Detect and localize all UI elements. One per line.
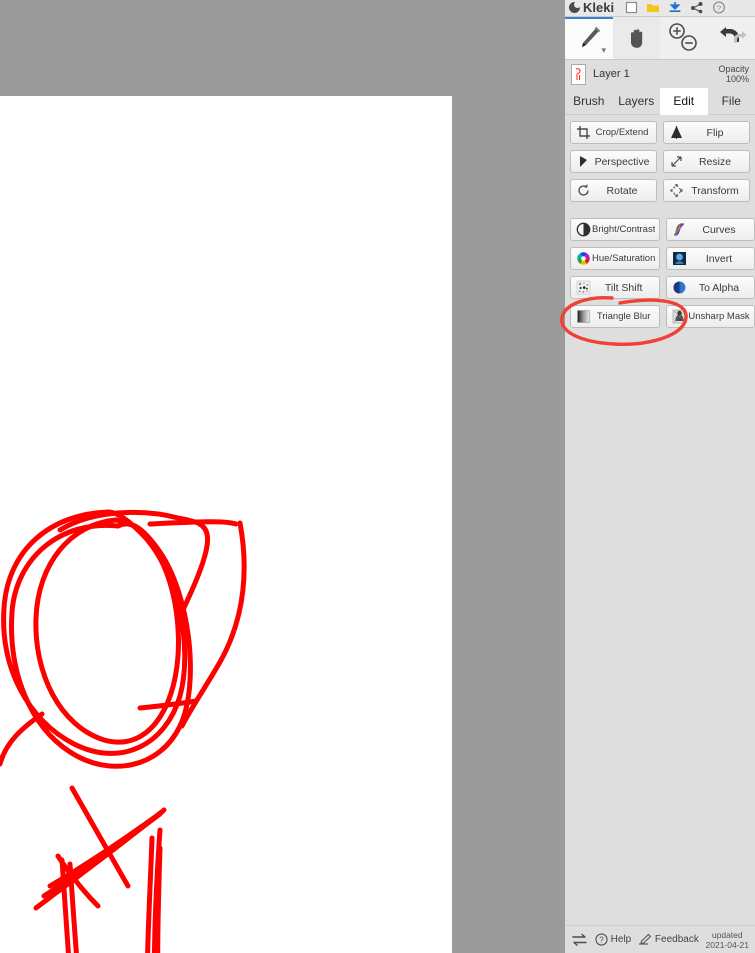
resize-button[interactable]: Resize: [663, 150, 750, 173]
bright-contrast-button[interactable]: Bright/Contrast: [570, 218, 661, 241]
feedback-button[interactable]: Feedback: [638, 933, 699, 946]
curves-label: Curves: [702, 223, 736, 236]
resize-icon: [668, 153, 685, 170]
transform-icon: [668, 182, 685, 199]
triangle-blur-button[interactable]: Triangle Blur: [570, 305, 661, 328]
app-titlebar: Kleki ?: [565, 0, 755, 17]
drawing-canvas[interactable]: [0, 96, 452, 953]
swap-arrows-icon[interactable]: [571, 933, 588, 947]
updated-date: updated 2021-04-21: [706, 930, 749, 950]
contrast-icon: [575, 221, 592, 238]
kleki-logo-icon: [569, 1, 581, 13]
color-wheel-icon: [575, 250, 592, 267]
help-circle-icon[interactable]: ?: [708, 0, 730, 15]
filter-button-group: Bright/Contrast Curves Hue/Saturation In…: [570, 218, 755, 328]
perspective-label: Perspective: [594, 155, 650, 168]
layer-thumbnail[interactable]: [571, 63, 586, 85]
canvas-strokes: [0, 509, 247, 953]
crop-extend-label: Crop/Extend: [595, 127, 649, 138]
hue-saturation-label: Hue/Saturation: [592, 253, 656, 264]
invert-label: Invert: [705, 252, 733, 265]
app-title: Kleki: [583, 0, 615, 15]
transform-button-group: Crop/Extend Flip Perspective Resize Rota…: [570, 121, 750, 202]
blur-icon: [575, 308, 592, 325]
tab-brush[interactable]: Brush: [565, 88, 613, 115]
invert-button[interactable]: Invert: [666, 247, 755, 270]
rotate-icon: [575, 182, 592, 199]
zoom-tools[interactable]: [660, 17, 708, 59]
right-toolbar-panel: Kleki ? ▾ Layer 1 Opacity 100% Brush Lay…: [565, 0, 755, 953]
tab-file[interactable]: File: [707, 88, 755, 115]
opacity-value: 100%: [725, 74, 749, 84]
new-image-icon[interactable]: [620, 0, 642, 15]
panel-tabs: Brush Layers Edit File: [565, 88, 755, 115]
tilt-shift-label: Tilt Shift: [604, 281, 643, 294]
updated-label: updated: [711, 929, 743, 940]
hand-tool[interactable]: [613, 17, 660, 59]
curves-icon: [671, 221, 688, 238]
svg-text:?: ?: [599, 936, 604, 945]
to-alpha-label: To Alpha: [698, 281, 740, 294]
crop-extend-button[interactable]: Crop/Extend: [570, 121, 657, 144]
unsharp-mask-button[interactable]: Unsharp Mask: [666, 305, 755, 328]
help-button[interactable]: ? Help: [595, 933, 632, 946]
brush-tool[interactable]: ▾: [565, 17, 613, 59]
rotate-button[interactable]: Rotate: [570, 179, 657, 202]
to-alpha-icon: [671, 279, 688, 296]
crop-icon: [575, 124, 592, 141]
flip-label: Flip: [706, 126, 724, 139]
feedback-label: Feedback: [654, 934, 699, 945]
transform-label: Transform: [691, 184, 739, 197]
tilt-shift-icon: [575, 279, 592, 296]
kleki-app-window: Kleki ? ▾ Layer 1 Opacity 100% Brush Lay…: [0, 0, 755, 953]
zoom-in-tool: [669, 23, 685, 39]
help-label: Help: [610, 934, 632, 945]
rotate-label: Rotate: [606, 184, 638, 197]
flip-icon: [668, 124, 685, 141]
open-folder-icon[interactable]: [642, 0, 664, 15]
bright-contrast-label: Bright/Contrast: [592, 224, 656, 235]
updated-value: 2021-04-21: [705, 939, 749, 950]
tilt-shift-button[interactable]: Tilt Shift: [570, 276, 661, 299]
canvas-workspace[interactable]: [0, 0, 565, 953]
share-icon[interactable]: [686, 0, 708, 15]
download-icon[interactable]: [664, 0, 686, 15]
triangle-blur-label: Triangle Blur: [596, 311, 651, 322]
svg-text:?: ?: [717, 3, 721, 12]
to-alpha-button[interactable]: To Alpha: [666, 276, 755, 299]
panel-footer: ? Help Feedback updated 2021-04-21: [565, 925, 755, 953]
tab-layers[interactable]: Layers: [612, 88, 660, 115]
transform-button[interactable]: Transform: [663, 179, 750, 202]
unsharp-mask-label: Unsharp Mask: [688, 311, 750, 322]
layer-opacity[interactable]: Opacity 100%: [718, 64, 749, 84]
perspective-icon: [575, 153, 592, 170]
curves-button[interactable]: Curves: [666, 218, 755, 241]
tool-strip: ▾: [565, 17, 755, 60]
undo-redo-group[interactable]: [708, 17, 755, 59]
chevron-down-icon[interactable]: ▾: [601, 45, 606, 56]
edit-tab-content: Crop/Extend Flip Perspective Resize Rota…: [565, 115, 755, 925]
zoom-out-tool: [681, 35, 697, 51]
tab-edit[interactable]: Edit: [660, 88, 708, 115]
app-logo: Kleki: [569, 0, 614, 15]
flip-button[interactable]: Flip: [663, 121, 750, 144]
layer-name-label: Layer 1: [593, 68, 630, 80]
hue-saturation-button[interactable]: Hue/Saturation: [570, 247, 661, 270]
unsharp-mask-icon: [671, 308, 688, 325]
opacity-label: Opacity: [718, 64, 749, 74]
invert-icon: [671, 250, 688, 267]
resize-label: Resize: [698, 155, 732, 168]
perspective-button[interactable]: Perspective: [570, 150, 657, 173]
layer-row[interactable]: Layer 1 Opacity 100%: [565, 60, 755, 88]
